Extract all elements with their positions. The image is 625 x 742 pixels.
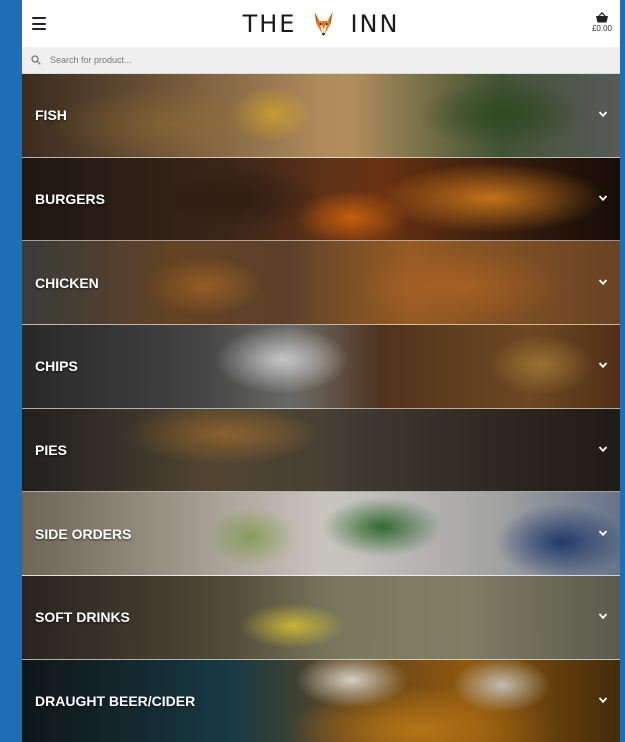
category-label: DRAUGHT BEER/CIDER [35, 693, 196, 710]
category-label: SOFT DRINKS [35, 609, 130, 626]
cart-button[interactable]: £0.00 [592, 12, 612, 33]
category-label: CHICKEN [35, 274, 99, 291]
category-label: BURGERS [35, 191, 106, 208]
fox-icon [314, 12, 333, 36]
search-icon [31, 55, 41, 65]
search-bar [22, 47, 620, 74]
category-list: FISH BURGERS CHICKEN CHIPS PIES SIDE ORD… [22, 74, 620, 742]
chevron-down-icon[interactable] [598, 193, 608, 203]
category-soft-drinks[interactable]: SOFT DRINKS [22, 576, 620, 660]
category-label: FISH [35, 107, 67, 124]
category-label: CHIPS [35, 358, 78, 375]
app-window: THE INN £0.00 Search for product... FISH… [22, 0, 620, 742]
chevron-down-icon[interactable] [598, 109, 608, 119]
chevron-down-icon[interactable] [598, 695, 608, 705]
chevron-down-icon[interactable] [598, 444, 608, 454]
logo-text-left: THE [242, 10, 297, 38]
category-burgers[interactable]: BURGERS [22, 157, 620, 242]
category-pies[interactable]: PIES [22, 408, 620, 493]
hamburger-menu-icon[interactable] [32, 17, 46, 30]
category-chicken[interactable]: CHICKEN [22, 241, 620, 326]
category-fish[interactable]: FISH [22, 74, 620, 158]
category-chips[interactable]: CHIPS [22, 325, 620, 409]
chevron-down-icon[interactable] [598, 528, 608, 538]
chevron-down-icon[interactable] [598, 277, 608, 287]
chevron-down-icon[interactable] [598, 611, 608, 621]
chevron-down-icon[interactable] [598, 360, 608, 370]
category-side-orders[interactable]: SIDE ORDERS [22, 492, 620, 577]
cart-total: £0.00 [591, 24, 612, 33]
category-label: SIDE ORDERS [35, 525, 132, 542]
logo-text-right: INN [350, 10, 400, 38]
basket-icon [595, 12, 608, 23]
category-label: PIES [35, 442, 67, 459]
search-input[interactable] [50, 55, 610, 65]
category-draught-beer-cider[interactable]: DRAUGHT BEER/CIDER [22, 659, 620, 742]
top-bar: THE INN £0.00 [22, 0, 620, 47]
logo[interactable]: THE INN [243, 9, 400, 39]
